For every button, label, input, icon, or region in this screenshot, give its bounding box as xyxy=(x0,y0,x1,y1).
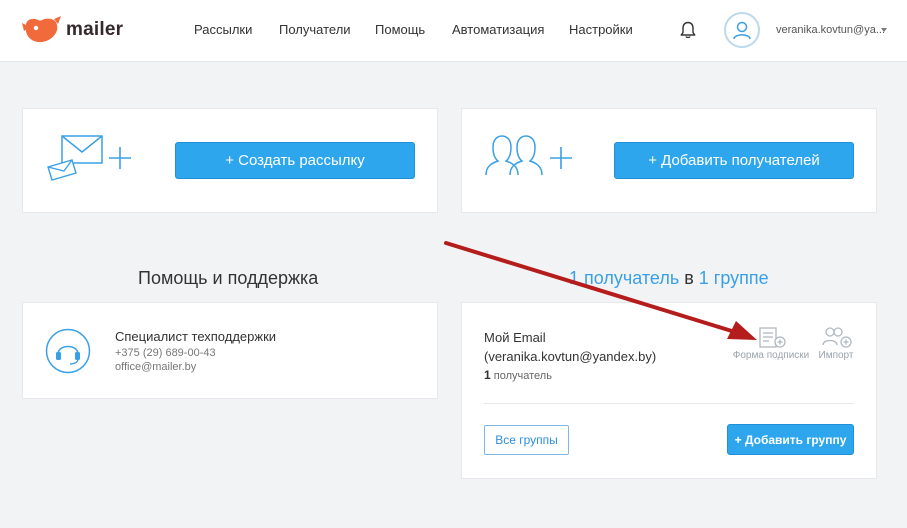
top-header: mailer Рассылки Получатели Помощь Автома… xyxy=(0,0,907,62)
avatar[interactable] xyxy=(724,12,760,48)
subscription-form-label: Форма подписки xyxy=(732,350,810,361)
nav-item-automation[interactable]: Автоматизация xyxy=(452,22,544,37)
nav-item-campaigns[interactable]: Рассылки xyxy=(194,22,252,37)
group-count-value: 1 xyxy=(484,368,491,382)
groups-count-link[interactable]: 1 группе xyxy=(699,268,769,288)
nav-item-settings[interactable]: Настройки xyxy=(569,22,633,37)
recipients-stats: 1 получатель в 1 группе xyxy=(569,268,769,289)
logo[interactable]: mailer xyxy=(20,14,123,46)
nav-item-help[interactable]: Помощь xyxy=(375,22,425,37)
add-recipients-button[interactable]: + Добавить получателей xyxy=(614,142,854,179)
support-name: Специалист техподдержки xyxy=(115,329,277,344)
support-email[interactable]: office@mailer.by xyxy=(115,361,196,373)
support-title: Помощь и поддержка xyxy=(138,268,319,288)
user-icon xyxy=(733,21,751,40)
import-label: Импорт xyxy=(818,350,854,361)
subscription-form-action[interactable]: Форма подписки xyxy=(730,325,812,361)
group-name[interactable]: Мой Email (veranika.kovtun@yandex.by) xyxy=(484,328,656,366)
import-users-icon xyxy=(822,327,852,348)
chevron-down-icon[interactable] xyxy=(881,28,887,32)
nav-item-recipients[interactable]: Получатели xyxy=(279,22,351,37)
users-plus-icon xyxy=(485,135,572,176)
form-plus-icon xyxy=(759,327,786,348)
recipients-count-link[interactable]: 1 получатель xyxy=(569,268,679,288)
create-campaign-button[interactable]: + Создать рассылку xyxy=(175,142,415,179)
envelope-plus-icon xyxy=(47,135,131,181)
group-card-divider xyxy=(484,403,854,404)
mailer-logo-icon xyxy=(22,16,61,43)
support-phone: +375 (29) 689-00-43 xyxy=(115,347,216,359)
group-name-line1: Мой Email xyxy=(484,330,546,345)
group-recipient-count: 1 получатель xyxy=(484,368,552,382)
logo-text: mailer xyxy=(66,19,124,40)
import-action[interactable]: Импорт xyxy=(813,325,859,361)
group-count-label: получатель xyxy=(493,370,552,382)
user-email[interactable]: veranika.kovtun@ya... xyxy=(776,24,885,36)
group-name-line2: (veranika.kovtun@yandex.by) xyxy=(484,349,657,364)
all-groups-button[interactable]: Все группы xyxy=(484,425,569,455)
bell-icon[interactable] xyxy=(678,20,698,40)
add-group-button[interactable]: + Добавить группу xyxy=(727,424,854,455)
stats-connector: в xyxy=(679,268,699,288)
headset-icon xyxy=(45,328,91,374)
